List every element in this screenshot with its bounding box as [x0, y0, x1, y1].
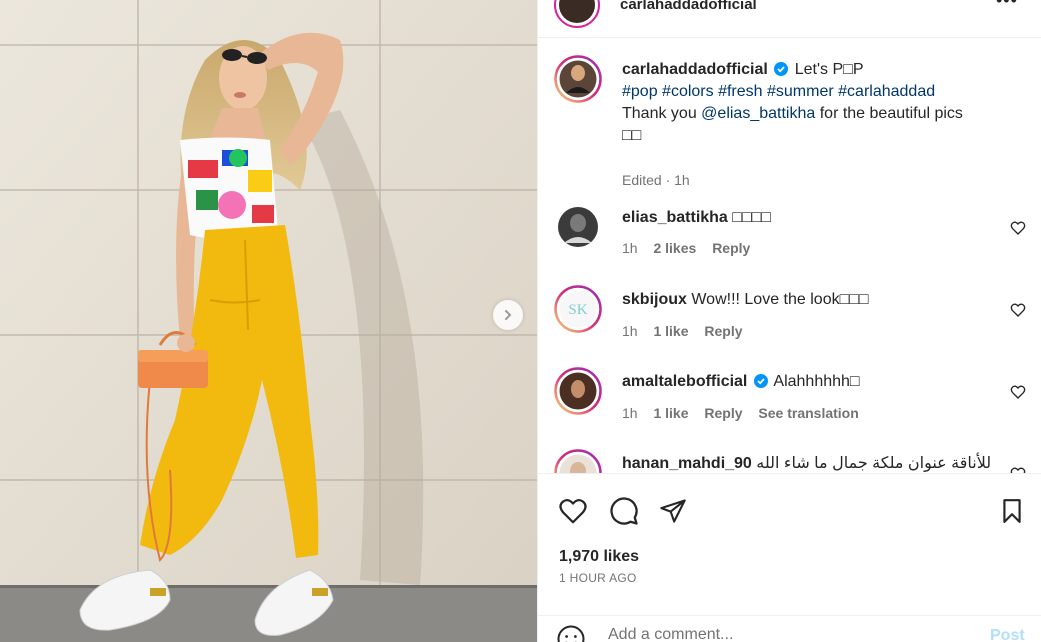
comment-like-icon[interactable] — [1010, 302, 1026, 318]
comment-time: 1h — [622, 240, 638, 256]
comment-text: skbijoux Wow!!! Love the look□□□ — [622, 289, 1002, 311]
comments-list: carlahaddadofficial Let's P□P #pop #colo… — [538, 39, 1041, 473]
comment-button[interactable] — [607, 494, 641, 528]
more-options-icon[interactable]: ••• — [996, 0, 1018, 11]
comment-time: 1h — [622, 405, 638, 421]
reply-button[interactable]: Reply — [712, 240, 750, 256]
verified-badge-icon — [774, 62, 789, 76]
share-button[interactable] — [656, 494, 690, 528]
reply-button[interactable]: Reply — [704, 323, 742, 339]
comment-time: 1h — [622, 323, 638, 339]
comment-meta: 1h 1 like Reply — [622, 323, 755, 339]
comment-username[interactable]: skbijoux — [622, 291, 687, 308]
caption-emojis: □□ — [622, 127, 642, 144]
emoji-icon[interactable] — [556, 624, 586, 642]
comment-text: elias_battikha □□□□ — [622, 207, 1002, 229]
comment-content: Alahhhhhh□ — [773, 373, 860, 390]
author-username[interactable]: carlahaddadofficial — [620, 0, 757, 13]
post-image — [0, 0, 537, 642]
comment-like-icon[interactable] — [1010, 466, 1026, 473]
post-actions: 1,970 likes 1 HOUR AGO Post — [538, 473, 1041, 642]
comment-likes[interactable]: 1 like — [653, 405, 688, 421]
save-button[interactable] — [995, 494, 1029, 528]
sk-logo-text: SK — [568, 302, 587, 318]
like-button[interactable] — [556, 494, 590, 528]
see-translation-link[interactable]: See translation — [758, 405, 858, 421]
post-time[interactable]: 1 HOUR AGO — [559, 571, 637, 585]
post-header: carlahaddadofficial ••• — [538, 0, 1041, 38]
comment-avatar[interactable] — [554, 203, 602, 251]
comment-icon — [610, 497, 638, 525]
instagram-post-view: carlahaddadofficial ••• carlahaddadoffic… — [0, 0, 1041, 642]
next-photo-button[interactable] — [493, 300, 523, 330]
comment-meta: 1h 2 likes Reply — [622, 240, 762, 256]
comment-like-icon[interactable] — [1010, 220, 1026, 236]
hashtag-pop[interactable]: #pop — [622, 83, 658, 100]
hashtag-carlahaddad[interactable]: #carlahaddad — [838, 83, 935, 100]
verified-badge-icon — [753, 374, 768, 388]
caption-avatar[interactable] — [554, 55, 602, 103]
reply-button[interactable]: Reply — [704, 405, 742, 421]
likes-count[interactable]: 1,970 likes — [559, 548, 639, 566]
caption-thanks-prefix: Thank you — [622, 105, 697, 122]
caption-thanks-suffix: for the beautiful pics — [819, 105, 963, 122]
comment-like-icon[interactable] — [1010, 384, 1026, 400]
hashtag-colors[interactable]: #colors — [662, 83, 714, 100]
post-side-panel: carlahaddadofficial ••• carlahaddadoffic… — [537, 0, 1041, 642]
bookmark-icon — [1003, 499, 1021, 523]
comment-likes[interactable]: 1 like — [653, 323, 688, 339]
comment-username[interactable]: amaltalebofficial — [622, 373, 747, 390]
caption-title: Let's P□P — [794, 61, 864, 78]
caption-meta: Edited · 1h — [622, 172, 702, 188]
comment-avatar[interactable] — [554, 367, 602, 415]
comment-username[interactable]: elias_battikha — [622, 209, 728, 226]
caption-edited-time: Edited · 1h — [622, 172, 690, 188]
comment-content: للأناقة عنوان ملكة جمال ما شاء الله — [756, 455, 992, 472]
comment-text: amaltalebofficial Alahhhhhh□ — [622, 371, 1002, 393]
comment-meta: 1h 1 like Reply See translation — [622, 405, 871, 421]
comment-content: □□□□ — [732, 209, 771, 226]
caption-username[interactable]: carlahaddadofficial — [622, 61, 768, 78]
chevron-right-icon — [505, 310, 512, 320]
post-comment-button[interactable]: Post — [990, 627, 1025, 642]
hashtag-fresh[interactable]: #fresh — [718, 83, 762, 100]
caption-text: carlahaddadofficial Let's P□P #pop #colo… — [622, 59, 1002, 147]
comment-likes[interactable]: 2 likes — [653, 240, 696, 256]
comment-avatar[interactable] — [554, 449, 602, 473]
comment-composer: Post — [538, 615, 1041, 642]
comment-username[interactable]: hanan_mahdi_90 — [622, 455, 752, 472]
post-photo[interactable] — [0, 0, 537, 642]
author-avatar[interactable] — [554, 0, 600, 28]
hashtag-summer[interactable]: #summer — [767, 83, 834, 100]
share-icon — [660, 499, 686, 523]
comment-text: hanan_mahdi_90 للأناقة عنوان ملكة جمال م… — [622, 453, 991, 473]
comment-input[interactable] — [608, 626, 968, 642]
heart-icon — [559, 499, 587, 524]
comment-avatar[interactable]: SK — [554, 285, 602, 333]
comment-content: Wow!!! Love the look□□□ — [691, 291, 869, 308]
caption-mention[interactable]: @elias_battikha — [701, 105, 815, 122]
